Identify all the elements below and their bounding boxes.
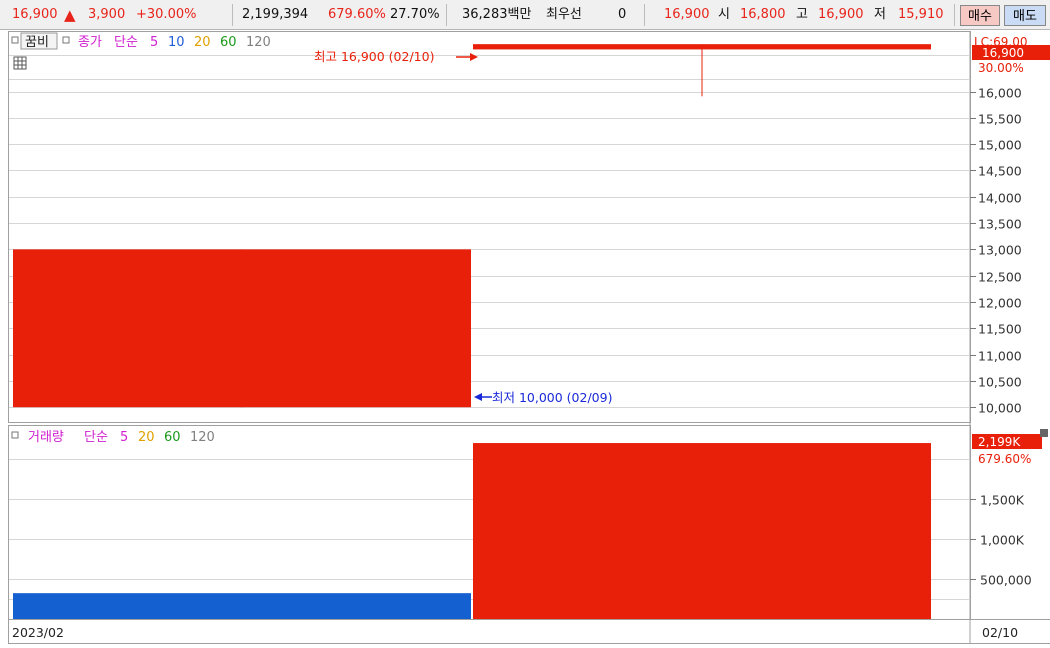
- ticker-bar: 16,900 ▲ 3,900 +30.00% 2,199,394 679.60%…: [0, 0, 1050, 30]
- open-value: 16,800: [740, 7, 786, 22]
- volume-ma-label: 단순: [84, 430, 108, 445]
- current-value: 16,900: [664, 7, 710, 22]
- change-pct: +30.00%: [136, 7, 197, 22]
- amount-value: 36,283백만: [462, 7, 532, 22]
- volume-ratio: 679.60%: [328, 7, 386, 22]
- stock-name: 꿈비: [25, 35, 49, 50]
- volume-pct-tag: 679.60%: [978, 452, 1031, 466]
- volume-tick-label: 500,000: [980, 573, 1032, 588]
- series-label: 종가: [78, 35, 102, 50]
- best-bid-value: 0: [618, 7, 627, 22]
- price-tick-label: 14,500: [978, 164, 1022, 179]
- high-annotation: 최고 16,900 (02/10): [314, 49, 434, 64]
- price-tick-label: 15,500: [978, 112, 1022, 127]
- ma-period-5: 5: [120, 430, 128, 445]
- chart-area: 10,000 10,500 11,000 11,500 12,000 12,500 13,0…: [8, 31, 1050, 644]
- table-icon[interactable]: [13, 56, 27, 70]
- high-label: 고: [796, 7, 808, 22]
- candle-02-10: [473, 44, 931, 50]
- ma-period-5: 5: [150, 35, 158, 50]
- footer-right-date: 02/10: [982, 625, 1018, 640]
- low-annotation: 최저 10,000 (02/09): [492, 390, 612, 405]
- price-tick-label: 12,000: [978, 296, 1022, 311]
- price-tick-label: 12,500: [978, 270, 1022, 285]
- price-tick-label: 16,000: [978, 86, 1022, 101]
- ma-label: 단순: [114, 35, 138, 50]
- ma-period-10: 10: [168, 35, 185, 50]
- volume-bar-02-09: [13, 593, 471, 619]
- price-tick-label: 14,000: [978, 191, 1022, 206]
- buy-button[interactable]: 매수: [960, 5, 1000, 26]
- price-tick-label: 13,000: [978, 243, 1022, 258]
- candle-02-09: [13, 249, 471, 408]
- price-tick-label: 11,000: [978, 349, 1022, 364]
- ma-period-120: 120: [190, 430, 215, 445]
- ma-period-20: 20: [138, 430, 155, 445]
- close-icon[interactable]: [1040, 429, 1048, 437]
- price-tick-label: 13,500: [978, 217, 1022, 232]
- ma-period-20: 20: [194, 35, 211, 50]
- stock-chart: 10,000 10,500 11,000 11,500 12,000 12,500 13,0…: [8, 31, 1050, 644]
- open-label: 시: [718, 7, 730, 22]
- checkbox-icon[interactable]: [11, 36, 19, 44]
- ma-period-60: 60: [164, 430, 181, 445]
- change-value: 3,900: [88, 7, 126, 22]
- volume-bar-02-10: [473, 443, 931, 619]
- footer-left-date: 2023/02: [12, 625, 64, 640]
- checkbox-icon[interactable]: [62, 36, 70, 44]
- arrow-up-icon: ▲: [64, 6, 76, 24]
- checkbox-icon[interactable]: [11, 431, 19, 439]
- low-value: 15,910: [898, 7, 944, 22]
- turnover-value: 27.70%: [390, 7, 440, 22]
- ma-period-120: 120: [246, 35, 271, 50]
- volume-tick-label: 1,000K: [980, 533, 1025, 548]
- volume-tick-label: 1,500K: [980, 493, 1025, 508]
- ma-period-60: 60: [220, 35, 237, 50]
- price-tick-label: 15,000: [978, 138, 1022, 153]
- volume-value: 2,199,394: [242, 7, 309, 22]
- price-tick-label: 11,500: [978, 322, 1022, 337]
- high-value: 16,900: [818, 7, 864, 22]
- pct-tag: 30.00%: [978, 61, 1024, 75]
- best-bid-label: 최우선: [546, 7, 582, 22]
- low-label: 저: [874, 7, 886, 22]
- sell-button[interactable]: 매도: [1004, 5, 1046, 26]
- price-tick-label: 10,000: [978, 401, 1022, 416]
- price-tick-label: 10,500: [978, 375, 1022, 390]
- current-price-tag-text: 16,900: [982, 46, 1024, 60]
- volume-series-label: 거래량: [28, 430, 64, 445]
- volume-tag-text: 2,199K: [978, 435, 1021, 449]
- price-value: 16,900: [12, 7, 58, 22]
